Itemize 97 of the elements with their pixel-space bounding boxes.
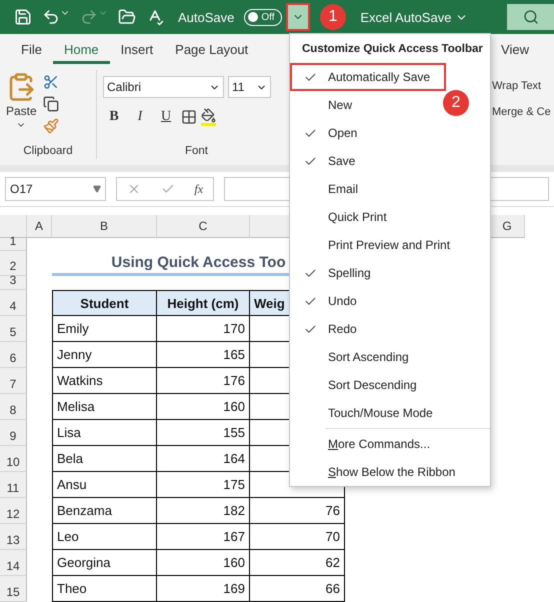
search-icon [522, 9, 538, 25]
row-number[interactable]: 7 [0, 368, 27, 394]
ribbon-tab[interactable]: View [490, 34, 540, 64]
table-cell: 62 [250, 550, 345, 576]
row-number[interactable]: 11 [0, 472, 27, 498]
table-cell: 66 [250, 576, 345, 602]
check-icon [304, 294, 316, 308]
menu-item[interactable]: Redo [290, 315, 367, 343]
table-cell: 70 [250, 524, 345, 550]
borders-icon[interactable] [181, 109, 197, 125]
row-number[interactable]: 15 [0, 576, 27, 602]
column-header[interactable]: G [490, 215, 525, 238]
table-cell: Ansu [52, 472, 157, 498]
check-icon [304, 70, 316, 84]
table-cell: 165 [157, 342, 250, 368]
table-cell: Watkins [52, 368, 157, 394]
menu-item[interactable]: Email [290, 175, 368, 203]
check-icon [304, 154, 316, 168]
merge-button[interactable]: Merge & Ce [492, 106, 554, 118]
column-header-cell: Student [52, 290, 157, 316]
table-cell: Lisa [52, 420, 157, 446]
fill-color-icon[interactable] [201, 108, 216, 126]
menu-item[interactable]: Save [290, 147, 366, 175]
table-cell: Jenny [52, 342, 157, 368]
table-cell: 155 [157, 420, 250, 446]
copy-icon[interactable] [42, 96, 59, 112]
font-size-dropdown[interactable]: 11 [228, 76, 271, 98]
column-header[interactable]: B [52, 215, 157, 238]
ribbon-tab[interactable]: Page Layout [164, 34, 260, 64]
row-number[interactable]: 9 [0, 420, 27, 446]
menu-item[interactable]: Touch/Mouse Mode [290, 399, 443, 427]
row-number[interactable]: 4 [0, 290, 27, 316]
table-cell: 76 [250, 498, 345, 524]
table-cell: 175 [157, 472, 250, 498]
autosave-toggle[interactable]: Off [244, 8, 282, 26]
table-cell: Georgina [52, 550, 157, 576]
ribbon-tab[interactable]: Insert [110, 34, 164, 64]
table-cell: Theo [52, 576, 157, 602]
font-name-dropdown[interactable]: Calibri [103, 76, 224, 98]
menu-item[interactable]: Open [290, 119, 368, 147]
bold-button[interactable]: B [103, 106, 125, 128]
column-header[interactable]: A [27, 215, 52, 238]
column-header-cell: Height (cm) [157, 290, 250, 316]
undo-icon[interactable] [42, 8, 70, 26]
check-icon [304, 322, 316, 336]
check-icon [304, 126, 316, 140]
italic-button[interactable]: I [129, 106, 151, 128]
table-cell: 164 [157, 446, 250, 472]
table-cell: 182 [157, 498, 250, 524]
table-cell: 167 [157, 524, 250, 550]
paste-button[interactable]: Paste [6, 70, 37, 145]
customize-toolbar-button[interactable] [286, 3, 310, 31]
cut-icon[interactable] [42, 74, 59, 90]
row-number[interactable]: 12 [0, 498, 27, 524]
row-number[interactable]: 3 [0, 276, 27, 290]
table-cell: 170 [157, 316, 250, 342]
check-icon [304, 266, 316, 280]
table-cell: 176 [157, 368, 250, 394]
menu-item[interactable]: Show Below the Ribbon [290, 458, 466, 486]
row-number[interactable]: 2 [0, 251, 27, 276]
ribbon-tab[interactable]: File [10, 34, 53, 64]
table-cell: Bela [52, 446, 157, 472]
document-title[interactable]: Excel AutoSave [360, 10, 468, 24]
menu-item[interactable]: Quick Print [290, 203, 397, 231]
table-cell: 160 [157, 394, 250, 420]
row-number[interactable]: 8 [0, 394, 27, 420]
group-label: Clipboard [22, 145, 74, 159]
row-number[interactable]: 6 [0, 342, 27, 368]
row-number[interactable]: 5 [0, 316, 27, 342]
insert-function-button[interactable]: fx [194, 182, 204, 196]
table-cell: 160 [157, 550, 250, 576]
menu-item[interactable]: More Commands... [290, 430, 440, 458]
group-label: Font [184, 145, 209, 159]
table-cell: 169 [157, 576, 250, 602]
underline-button[interactable]: U [155, 106, 177, 128]
table-cell: Melisa [52, 394, 157, 420]
paintbrush-icon[interactable] [42, 118, 59, 134]
menu-item[interactable]: New [290, 91, 362, 119]
row-number[interactable]: 13 [0, 524, 27, 550]
table-cell: Emily [52, 316, 157, 342]
row-number[interactable]: 1 [0, 238, 27, 251]
folder-icon[interactable] [118, 8, 136, 26]
menu-item[interactable]: Sort Ascending [290, 343, 419, 371]
table-cell: Leo [52, 524, 157, 550]
name-box[interactable]: O17 [5, 177, 106, 201]
autosave-label: AutoSave [178, 10, 234, 24]
table-cell: Benzama [52, 498, 157, 524]
caret-icon [93, 185, 101, 193]
search-button[interactable] [507, 4, 554, 30]
save-icon[interactable] [14, 8, 32, 26]
row-number[interactable]: 10 [0, 446, 27, 472]
menu-title: Customize Quick Access Toolbar [301, 42, 483, 56]
wrap-text-button[interactable]: Wrap Text [492, 80, 554, 92]
row-number[interactable]: 14 [0, 550, 27, 576]
column-header[interactable]: C [157, 215, 250, 238]
menu-item[interactable]: Sort Descending [290, 371, 427, 399]
menu-item[interactable]: Automatically Save [290, 63, 446, 91]
